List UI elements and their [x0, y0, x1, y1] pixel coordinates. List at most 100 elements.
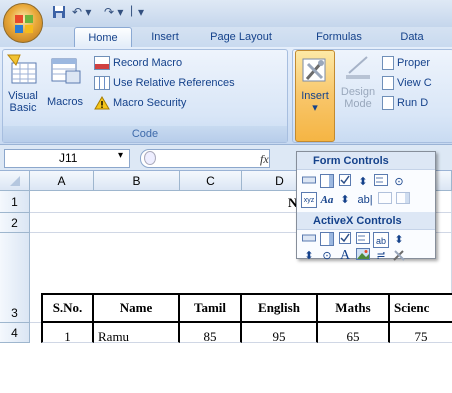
macros-label: Macros	[46, 96, 84, 108]
header-maths[interactable]: Maths	[318, 293, 390, 323]
run-dialog-icon	[382, 96, 394, 111]
record-macro-button[interactable]: Record Macro	[94, 54, 284, 72]
combo-dropdown-edit-icon[interactable]	[395, 192, 411, 208]
group-box-icon[interactable]: xyz	[301, 192, 317, 208]
row-header-1[interactable]: 1	[0, 191, 30, 213]
spin-button-icon[interactable]: ⬍	[355, 174, 371, 190]
text-field-icon[interactable]: ab|	[355, 192, 375, 208]
redo-button[interactable]: ↷ ▾	[104, 5, 123, 21]
column-header-a[interactable]: A	[30, 171, 94, 191]
cell-english-1[interactable]: 95	[242, 323, 318, 344]
activex-command-button-icon[interactable]	[301, 232, 317, 248]
activex-text-box-icon[interactable]: ab	[373, 232, 389, 248]
macro-security-button[interactable]: Macro Security	[94, 94, 284, 112]
option-button-icon[interactable]: ⊙	[391, 174, 407, 190]
name-box-dropdown-icon[interactable]: ▾	[118, 150, 123, 161]
tab-insert[interactable]: Insert	[140, 27, 190, 47]
tools-icon	[302, 58, 326, 82]
activex-scroll-bar-icon[interactable]: ⬍	[391, 232, 407, 248]
activex-label-icon[interactable]: A	[337, 248, 353, 264]
warning-icon	[94, 96, 110, 110]
scroll-bar-icon[interactable]: ⬍	[337, 192, 353, 208]
header-sno[interactable]: S.No.	[41, 293, 94, 323]
view-code-icon	[382, 76, 394, 91]
cell-reference: J11	[59, 151, 78, 165]
row-header-4[interactable]: 4	[0, 323, 30, 343]
activex-toggle-button-icon[interactable]: ≓	[373, 248, 389, 264]
design-mode-label-2: Mode	[344, 98, 372, 110]
macros-icon	[51, 58, 81, 84]
header-name[interactable]: Name	[94, 293, 180, 323]
properties-button[interactable]: Proper	[382, 54, 452, 72]
macro-security-label: Macro Security	[113, 97, 187, 109]
fx-icon[interactable]: fx	[260, 152, 269, 167]
title-bar	[0, 0, 452, 27]
record-macro-label: Record Macro	[113, 57, 183, 69]
visual-basic-label-2: Basic	[9, 102, 37, 114]
cell-sno-1[interactable]: 1	[41, 323, 94, 344]
view-code-button[interactable]: View C	[382, 74, 452, 92]
button-control-icon[interactable]	[301, 174, 317, 190]
insert-controls-dropdown: Form Controls ⬍ ⊙ xyz Aa ⬍ ab| ActiveX C…	[296, 151, 436, 263]
undo-button[interactable]: ↶ ▾	[72, 5, 91, 21]
activex-spin-button-icon[interactable]: ⬍	[301, 248, 317, 264]
quick-access-separator: |	[130, 3, 134, 17]
tab-data[interactable]: Data	[392, 27, 432, 47]
activex-option-button-icon[interactable]: ⊙	[319, 248, 335, 264]
tab-home[interactable]: Home	[74, 27, 132, 47]
tab-page-layout[interactable]: Page Layout	[202, 27, 280, 47]
header-science[interactable]: Scienc	[390, 293, 452, 323]
activex-list-box-icon[interactable]	[355, 232, 371, 248]
insert-control-label: Insert	[301, 90, 329, 102]
record-macro-icon	[94, 56, 110, 71]
formula-circle-icon	[144, 151, 156, 165]
relative-references-icon	[94, 76, 110, 91]
activex-image-icon[interactable]	[355, 248, 371, 264]
activex-check-box-icon[interactable]	[337, 232, 353, 248]
name-box[interactable]: J11	[4, 149, 130, 168]
cell-tamil-1[interactable]: 85	[180, 323, 242, 344]
column-header-b[interactable]: B	[94, 171, 180, 191]
insert-dropdown-arrow-icon: ▾	[312, 102, 318, 114]
office-logo-icon	[15, 15, 33, 33]
macros-button[interactable]: Macros	[44, 53, 86, 127]
code-group-label: Code	[3, 126, 287, 142]
check-box-icon[interactable]	[337, 174, 353, 190]
column-header-c[interactable]: C	[180, 171, 242, 191]
more-controls-icon[interactable]	[391, 248, 407, 264]
formula-input[interactable]	[140, 149, 270, 168]
customize-quick-access-button[interactable]: ▾	[138, 5, 144, 21]
visual-basic-icon	[6, 54, 37, 84]
insert-control-button[interactable]: Insert ▾	[295, 50, 335, 142]
design-mode-button[interactable]: Design Mode	[338, 53, 378, 127]
form-controls-heading: Form Controls	[297, 152, 435, 170]
activex-combo-box-icon[interactable]	[319, 232, 335, 248]
cell-science-1[interactable]: 75	[390, 323, 452, 344]
run-dialog-button[interactable]: Run D	[382, 94, 452, 112]
visual-basic-button[interactable]: Visual Basic	[4, 53, 42, 127]
design-mode-icon	[346, 55, 371, 79]
use-relative-references-label: Use Relative References	[113, 77, 235, 89]
view-code-label: View C	[397, 77, 432, 89]
header-tamil[interactable]: Tamil	[180, 293, 242, 323]
list-box-icon[interactable]	[373, 174, 389, 190]
row-header-3[interactable]: 3	[0, 233, 30, 323]
office-button[interactable]	[3, 3, 43, 43]
save-icon[interactable]	[52, 5, 66, 21]
tab-formulas[interactable]: Formulas	[308, 27, 370, 47]
select-all-icon	[9, 176, 20, 186]
visual-basic-label-1: Visual	[8, 90, 38, 102]
combo-box-icon[interactable]	[319, 174, 335, 190]
combo-list-edit-icon[interactable]	[377, 192, 393, 208]
label-control-icon[interactable]: Aa	[319, 192, 335, 208]
properties-icon	[382, 56, 394, 71]
properties-label: Proper	[397, 57, 431, 69]
design-mode-label-1: Design	[340, 86, 376, 98]
cell-name-1[interactable]: Ramu	[94, 323, 180, 344]
row-header-2[interactable]: 2	[0, 213, 30, 233]
cell-maths-1[interactable]: 65	[318, 323, 390, 344]
use-relative-references-button[interactable]: Use Relative References	[94, 74, 284, 92]
activex-controls-heading: ActiveX Controls	[297, 212, 435, 230]
header-english[interactable]: English	[242, 293, 318, 323]
select-all-corner[interactable]	[0, 171, 30, 191]
